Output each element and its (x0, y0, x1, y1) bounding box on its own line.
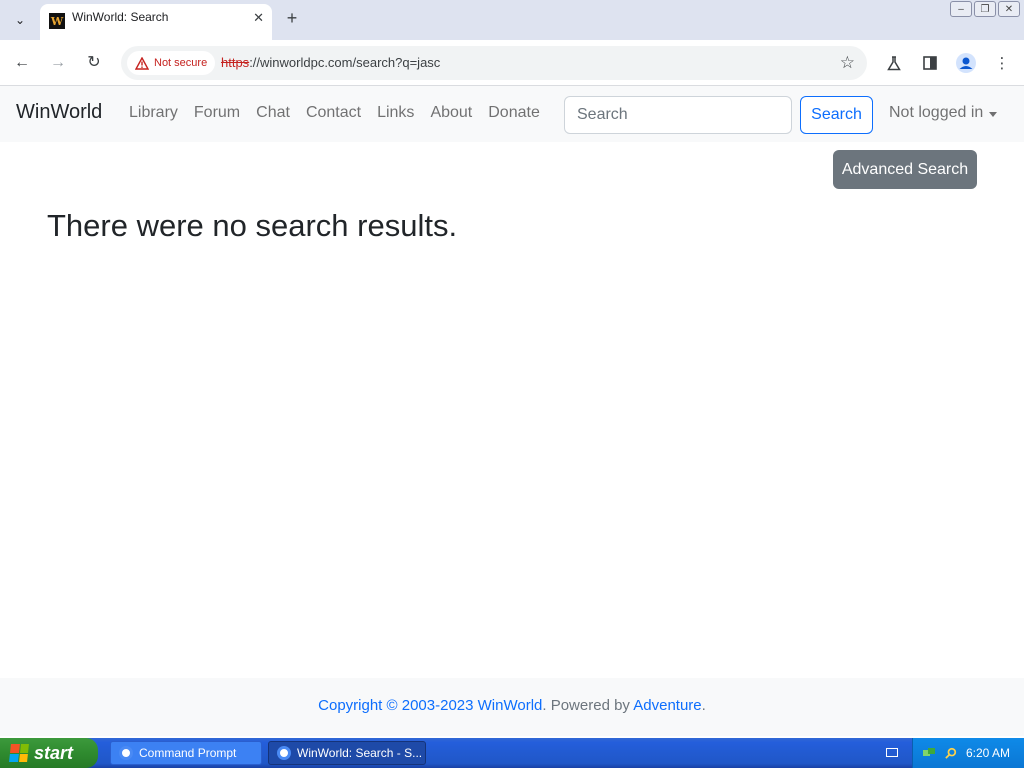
adventure-link[interactable]: Adventure (633, 697, 701, 714)
chrome-icon (119, 746, 133, 760)
nav-donate[interactable]: Donate (488, 104, 540, 122)
windows-logo-icon (9, 744, 29, 762)
powered-by-text: . Powered by (542, 697, 634, 714)
browser-tab-strip: ⌄ W WinWorld: Search ✕ + – ❐ ✕ (0, 0, 1024, 40)
reload-icon[interactable]: ↻ (83, 52, 105, 74)
url-scheme: https (221, 55, 250, 70)
start-label: start (34, 742, 74, 763)
nav-links-page[interactable]: Links (377, 104, 414, 122)
nav-contact[interactable]: Contact (306, 104, 361, 122)
site-navbar: WinWorld Library Forum Chat Contact Link… (0, 86, 1024, 142)
caret-down-icon (989, 111, 998, 117)
window-controls: – ❐ ✕ (950, 1, 1020, 17)
advanced-search-button[interactable]: Advanced Search (833, 150, 977, 189)
nav-about[interactable]: About (430, 104, 472, 122)
nav-links: Library Forum Chat Contact Links About D… (129, 104, 540, 122)
copyright-link[interactable]: Copyright © 2003-2023 WinWorld (318, 697, 542, 714)
url-text[interactable]: https://winworldpc.com/search?q=jasc (221, 55, 440, 70)
no-results-message: There were no search results. (47, 208, 458, 243)
minimize-icon[interactable]: – (950, 1, 972, 17)
site-brand[interactable]: WinWorld (16, 101, 102, 124)
not-secure-label: Not secure (154, 57, 208, 69)
os-taskbar: start Command Prompt WinWorld: Search - … (0, 738, 1024, 768)
warning-icon (135, 56, 149, 70)
back-icon[interactable]: ← (11, 52, 33, 74)
tab-title: WinWorld: Search (72, 10, 169, 24)
user-menu-dropdown[interactable]: Not logged in (889, 104, 998, 122)
nav-forum[interactable]: Forum (194, 104, 240, 122)
security-chip[interactable]: Not secure (127, 51, 216, 75)
taskbar-item-label: Command Prompt (139, 746, 237, 760)
new-tab-icon[interactable]: + (282, 8, 302, 28)
clock: 6:20 AM (965, 746, 1010, 760)
page-footer: Copyright © 2003-2023 WinWorld. Powered … (0, 678, 1024, 736)
taskbar-item-command-prompt[interactable]: Command Prompt (110, 741, 262, 765)
taskbar-item-label: WinWorld: Search - S... (297, 746, 423, 760)
tab-search-icon[interactable]: ⌄ (8, 8, 32, 32)
restore-icon[interactable]: ❐ (974, 1, 996, 17)
network-icon[interactable] (922, 747, 936, 759)
side-panel-icon[interactable] (919, 52, 941, 74)
site-favicon-icon: W (49, 13, 65, 29)
browser-tab[interactable]: W WinWorld: Search ✕ (40, 4, 272, 40)
profile-avatar-icon[interactable] (955, 52, 977, 74)
labs-flask-icon[interactable] (883, 52, 905, 74)
footer-period: . (701, 697, 706, 714)
nav-library[interactable]: Library (129, 104, 178, 122)
system-tray: 6:20 AM (912, 738, 1024, 768)
taskbar-item-winworld[interactable]: WinWorld: Search - S... (268, 741, 426, 765)
search-input[interactable] (564, 96, 792, 134)
forward-icon[interactable]: → (47, 52, 69, 74)
bookmark-star-icon[interactable]: ☆ (840, 53, 855, 73)
close-window-icon[interactable]: ✕ (998, 1, 1020, 17)
nav-chat[interactable]: Chat (256, 104, 290, 122)
search-tray-icon[interactable] (944, 747, 958, 759)
browser-menu-icon[interactable]: ⋮ (991, 52, 1013, 74)
keyboard-icon[interactable] (886, 748, 898, 757)
address-bar[interactable]: Not secure https://winworldpc.com/search… (121, 46, 867, 80)
url-path: ://winworldpc.com/search?q=jasc (249, 55, 441, 70)
user-menu-label: Not logged in (889, 104, 984, 121)
start-button[interactable]: start (0, 738, 98, 768)
browser-toolbar: ← → ↻ Not secure https://winworldpc.com/… (0, 40, 1024, 86)
close-tab-icon[interactable]: ✕ (253, 10, 264, 26)
chrome-icon (277, 746, 291, 760)
search-button[interactable]: Search (800, 96, 873, 134)
